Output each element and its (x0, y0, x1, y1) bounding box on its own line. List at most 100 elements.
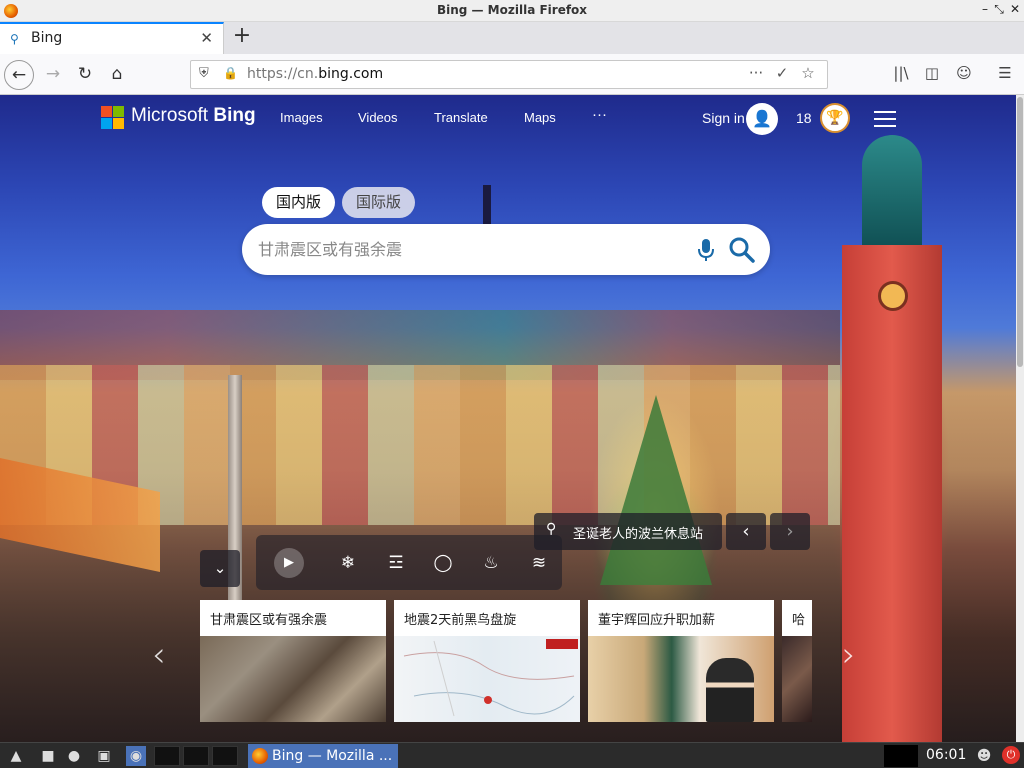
sidebar-icon[interactable]: ◫ (921, 64, 943, 82)
user-avatar-icon[interactable]: 👤 (746, 103, 778, 135)
search-icon[interactable] (728, 236, 756, 264)
shield-icon[interactable]: ⛨ (199, 66, 209, 81)
clock: 06:01 (926, 747, 967, 763)
cenc-logo (546, 639, 578, 649)
epicenter-marker (484, 696, 492, 704)
collapse-feed-button[interactable]: ⌄ (200, 550, 240, 587)
system-tray-slot (884, 745, 918, 767)
search-box (242, 224, 770, 275)
back-icon[interactable]: ← (4, 60, 34, 90)
navigation-toolbar: ← → ↻ ⌂ ⛨ 🔒 https://cn.bing.com ··· ✓ ☆ ||… (0, 54, 1024, 95)
nav-videos[interactable]: Videos (358, 110, 398, 125)
news-card[interactable]: 哈 (782, 600, 812, 722)
tab-international-edition[interactable]: 国际版 (342, 187, 416, 218)
sign-in-link[interactable]: Sign in (702, 110, 745, 126)
play-icon[interactable]: ▶ (274, 548, 304, 578)
url-domain: bing.com (318, 66, 384, 82)
news-card-title: 地震2天前黑鸟盘旋 (404, 613, 517, 628)
close-tab-icon[interactable]: ✕ (200, 29, 213, 47)
window-titlebar: Bing — Mozilla Firefox – ⤡ ✕ (0, 0, 1024, 22)
forward-icon[interactable]: → (38, 60, 68, 90)
workspace-3[interactable] (212, 746, 238, 766)
tab-bing[interactable]: ⚲ Bing ✕ (0, 22, 224, 54)
nav-maps[interactable]: Maps (524, 110, 556, 125)
url-prefix: https://cn. (247, 66, 319, 82)
url-text[interactable]: https://cn.bing.com (247, 66, 383, 82)
news-card-image (394, 636, 580, 722)
power-icon[interactable]: ⏻ (1002, 746, 1020, 764)
url-bar[interactable]: ⛨ 🔒 https://cn.bing.com ··· ✓ ☆ (190, 60, 828, 89)
microsoft-logo-icon[interactable] (101, 106, 124, 129)
more-icon[interactable]: ··· (743, 64, 769, 82)
news-card-image (588, 636, 774, 722)
news-prev-icon[interactable]: ‹ (152, 635, 166, 675)
news-card[interactable]: 董宇辉回应升职加薪 (588, 600, 774, 722)
nav-translate[interactable]: Translate (434, 110, 488, 125)
news-card[interactable]: 地震2天前黑鸟盘旋 (394, 600, 580, 722)
library-icon[interactable]: ||\ (890, 64, 912, 82)
snowflake-icon[interactable]: ❄ (335, 550, 361, 576)
tab-china-edition[interactable]: 国内版 (262, 187, 336, 218)
map-photo (403, 639, 578, 717)
location-caption: 圣诞老人的波兰休息站 (573, 527, 704, 542)
christmas-tree (600, 395, 712, 585)
brand-name: Bing (213, 105, 256, 126)
new-tab-button[interactable]: + (230, 24, 254, 48)
news-card-image (782, 636, 812, 722)
globe-icon[interactable]: ● (64, 746, 84, 766)
bing-favicon-icon: ⚲ (10, 32, 19, 46)
firefox-launcher-icon[interactable]: ◉ (126, 746, 146, 766)
microphone-icon[interactable] (696, 237, 716, 263)
os-taskbar: ▲ ■ ● ▣ ◉ Bing — Mozilla ... 06:01 ☻ ⏻ (0, 742, 1024, 768)
nav-more[interactable]: ··· (592, 106, 607, 123)
news-card-title: 甘肃震区或有强余震 (210, 613, 328, 628)
castle-dome (862, 135, 922, 255)
pocket-icon[interactable]: ✓ (769, 64, 795, 82)
user-tray-icon[interactable]: ☻ (974, 746, 994, 766)
cathedral-spire (483, 185, 491, 225)
bookmark-star-icon[interactable]: ☆ (795, 64, 821, 82)
page-scrollbar[interactable] (1016, 95, 1024, 742)
tab-label: Bing (31, 30, 63, 46)
fire-icon[interactable]: ♨ (478, 550, 504, 576)
bing-homepage: Microsoft Bing Images Videos Translate M… (0, 95, 1016, 742)
ornament-icon[interactable]: ◯ (430, 550, 456, 576)
news-card-image (200, 636, 386, 722)
previous-image-button[interactable]: ‹ (726, 513, 766, 550)
news-card-title: 哈 (792, 613, 806, 628)
news-card[interactable]: 甘肃震区或有强余震 (200, 600, 386, 722)
menu-icon[interactable]: ☰ (994, 64, 1016, 82)
lock-icon[interactable]: 🔒 (223, 66, 238, 80)
bing-logo-text[interactable]: Microsoft Bing (131, 105, 256, 127)
reward-points[interactable]: 18 (796, 110, 812, 126)
brand-prefix: Microsoft (131, 105, 214, 126)
reload-icon[interactable]: ↻ (70, 60, 100, 90)
home-icon[interactable]: ⌂ (102, 60, 132, 90)
scrollbar-thumb[interactable] (1017, 97, 1023, 367)
sigismund-column (228, 375, 242, 635)
window-title: Bing — Mozilla Firefox (436, 3, 588, 17)
icicles-icon[interactable]: ☲ (383, 550, 409, 576)
file-manager-icon[interactable]: ■ (38, 746, 58, 766)
hamburger-menu-icon[interactable] (874, 111, 896, 132)
next-image-button[interactable]: › (770, 513, 810, 550)
taskbar-firefox-window[interactable]: Bing — Mozilla ... (248, 744, 398, 768)
rewards-trophy-icon[interactable]: 🏆 (820, 103, 850, 133)
workspace-1[interactable] (154, 746, 180, 766)
nav-images[interactable]: Images (280, 110, 323, 125)
start-menu-icon[interactable]: ▲ (6, 746, 26, 766)
news-next-icon[interactable]: › (842, 635, 856, 675)
account-icon[interactable]: ☺ (953, 64, 975, 82)
anchor-figure (706, 658, 754, 722)
close-window-button[interactable]: ✕ (1007, 2, 1023, 16)
maximize-button[interactable]: ⤡ (991, 2, 1007, 17)
quiz-icon-strip: ▶ ❄ ☲ ◯ ♨ ≋ (256, 535, 562, 590)
terminal-icon[interactable]: ▣ (94, 746, 114, 766)
news-card-title: 董宇辉回应升职加薪 (598, 613, 716, 628)
tab-strip: ⚲ Bing ✕ + (0, 22, 1024, 54)
wind-icon[interactable]: ≋ (526, 550, 552, 576)
workspace-2[interactable] (183, 746, 209, 766)
taskbar-window-label: Bing — Mozilla ... (272, 748, 393, 764)
search-input[interactable] (258, 236, 678, 262)
image-location-chip[interactable]: ⚲ 圣诞老人的波兰休息站 (534, 513, 722, 550)
